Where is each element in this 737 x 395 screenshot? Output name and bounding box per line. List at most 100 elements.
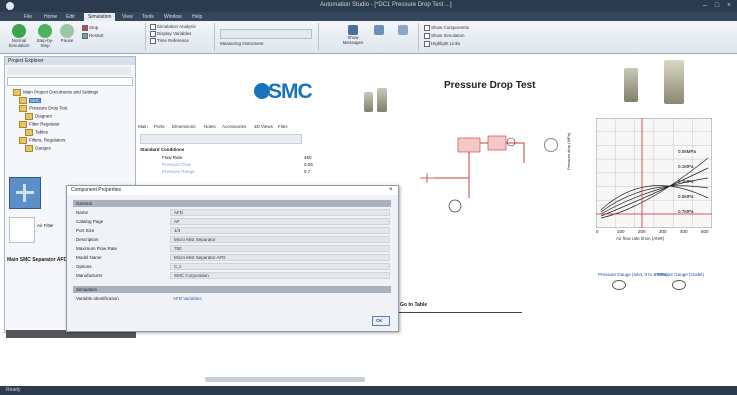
restart-button[interactable]: Restart [82, 33, 104, 39]
property-row[interactable]: Variable Identification AFD Variables [73, 294, 391, 303]
display-variables-item[interactable]: Display Variables [150, 31, 191, 37]
table-row[interactable]: Pressure Drop 0.05 [140, 161, 360, 168]
time-reference-item[interactable]: Time Reference [150, 38, 189, 44]
tab-files[interactable]: Files [278, 124, 288, 129]
ribbon-separator [214, 23, 215, 51]
messages-icon [348, 25, 358, 35]
property-row[interactable]: Catalog Page AF [73, 217, 391, 226]
tree-item[interactable]: Tables [25, 129, 48, 136]
document-icon [25, 129, 33, 136]
pause-icon [60, 24, 74, 38]
table-section-header: Standard Conditions [140, 147, 185, 152]
x-axis-label: Air flow rate l/min (ANR) [616, 236, 665, 241]
tree-item[interactable]: Pressure Drop Test [19, 105, 67, 112]
maximize-icon[interactable]: □ [712, 1, 722, 10]
tab-home[interactable]: Home [40, 13, 61, 21]
table-row[interactable]: Pressure Range 0.7 [140, 168, 360, 175]
highlight-links-check[interactable]: Highlight Links [424, 41, 460, 47]
plotter-button[interactable] [392, 25, 414, 35]
pneumatic-circuit-diagram[interactable] [414, 118, 544, 218]
smc-logo: SMC [268, 80, 313, 103]
tab-3d-views[interactable]: 3D Views [254, 124, 273, 129]
property-row[interactable]: Description Micro Mist Separator [73, 235, 391, 244]
folder-icon [13, 89, 21, 96]
tab-ports[interactable]: Ports [154, 124, 165, 129]
property-row[interactable]: Port Size 1/4 [73, 226, 391, 235]
stop-button[interactable]: Stop [82, 25, 98, 31]
gauge-symbol-icon[interactable] [612, 280, 626, 290]
title-bar: Automation Studio - [*DC1 Pressure Drop … [0, 0, 737, 12]
dialog-close-icon[interactable]: × [389, 187, 393, 193]
gauge-symbol-icon[interactable] [672, 280, 686, 290]
property-row[interactable]: Model Name Micro Mist Separator AFD [73, 253, 391, 262]
tab-view[interactable]: View [118, 13, 137, 21]
divider [398, 312, 522, 313]
gauge-ring-icon[interactable] [544, 138, 558, 152]
section-header-simulation[interactable]: Simulation [73, 286, 391, 293]
tab-window[interactable]: Window [160, 13, 186, 21]
series-label: 0.05MPa [678, 149, 697, 154]
table-row[interactable]: Flow Rate 460 [140, 154, 360, 161]
tab-file[interactable]: File [20, 13, 36, 21]
tab-dimensions[interactable]: Dimensions [172, 124, 196, 129]
close-icon[interactable]: × [724, 1, 734, 10]
page-title: Pressure Drop Test [444, 80, 536, 91]
tab-tools[interactable]: Tools [138, 13, 158, 21]
x-tick-label: 200 [638, 229, 646, 234]
pause-button[interactable]: Pause [58, 24, 76, 43]
step-button[interactable]: Step-by-Step [34, 24, 56, 48]
show-messages-button[interactable]: Show Messages [340, 25, 366, 45]
show-components-check[interactable]: Show Components [424, 25, 469, 31]
section-header-general[interactable]: General [73, 200, 391, 207]
pressure-drop-chart: 0.05MPa 0.1MPa 0.3MPa 0.5MPa 0.7MPa [596, 118, 712, 228]
explorer-search-input[interactable] [7, 77, 133, 86]
tab-main[interactable]: Main [138, 124, 148, 129]
property-row[interactable]: Manufacturer SMC Corporation [73, 271, 391, 280]
component-thumbnail[interactable] [9, 177, 41, 209]
tree-item[interactable]: Main Project Documents and Settings [13, 89, 98, 96]
horizontal-scrollbar[interactable] [205, 377, 365, 382]
tab-notes[interactable]: Notes [204, 124, 216, 129]
tree-item[interactable]: Filters, Regulators [19, 137, 66, 144]
tab-simulation[interactable]: Simulation [84, 13, 116, 21]
tree-item[interactable]: Filter Regulator [19, 121, 60, 128]
component-caption: Air Filter [37, 223, 54, 228]
ok-button[interactable]: OK [372, 316, 390, 326]
folder-icon [19, 137, 27, 144]
tree-item-selected[interactable]: SMC [19, 97, 41, 104]
normal-simulation-button[interactable]: Normal Simulation [6, 24, 32, 48]
crosshair-icon-h [16, 191, 34, 194]
y-axis-label: Pressure drop (MPa) [566, 132, 571, 170]
x-tick-label: 400 [680, 229, 688, 234]
tab-edit[interactable]: Edit [62, 13, 79, 21]
show-simulation-check[interactable]: Show Simulation [424, 33, 465, 39]
ribbon-separator [145, 23, 146, 51]
variables-button[interactable] [368, 25, 390, 35]
status-text: Ready [6, 387, 21, 393]
component-icon[interactable] [9, 217, 35, 243]
tree-item[interactable]: Gauges [25, 145, 51, 152]
ribbon: Normal Simulation Step-by-Step Pause Sto… [0, 21, 737, 54]
app-logo-icon[interactable] [6, 2, 14, 10]
series-label: 0.7MPa [678, 209, 694, 214]
product-image [364, 92, 373, 112]
simulation-analysis-item[interactable]: Simulation Analysis [150, 24, 196, 30]
status-bar: Ready [0, 386, 737, 395]
folder-icon [19, 121, 27, 128]
dialog-title: Component Properties [67, 186, 398, 195]
tab-help[interactable]: Help [188, 13, 206, 21]
property-row[interactable]: Maximum Flow Rate 750 [73, 244, 391, 253]
tab-accessories[interactable]: Accessories [222, 124, 246, 129]
property-row[interactable]: Options C,J [73, 262, 391, 271]
component-properties-dialog[interactable]: Component Properties × General Name AFD C… [66, 185, 399, 332]
ribbon-tabs: File Home Edit Simulation View Tools Win… [0, 12, 737, 21]
tree-item[interactable]: Diagram [25, 113, 52, 120]
property-row[interactable]: Name AFD [73, 208, 391, 217]
play-icon [12, 24, 26, 38]
step-icon [38, 24, 52, 38]
minimize-icon[interactable]: – [700, 1, 710, 10]
measuring-instrument-item[interactable]: Measuring Instrument [220, 41, 264, 46]
product-image [624, 68, 638, 102]
go-to-table-link[interactable]: Go to Table [400, 302, 427, 308]
speed-slider[interactable] [220, 29, 312, 39]
